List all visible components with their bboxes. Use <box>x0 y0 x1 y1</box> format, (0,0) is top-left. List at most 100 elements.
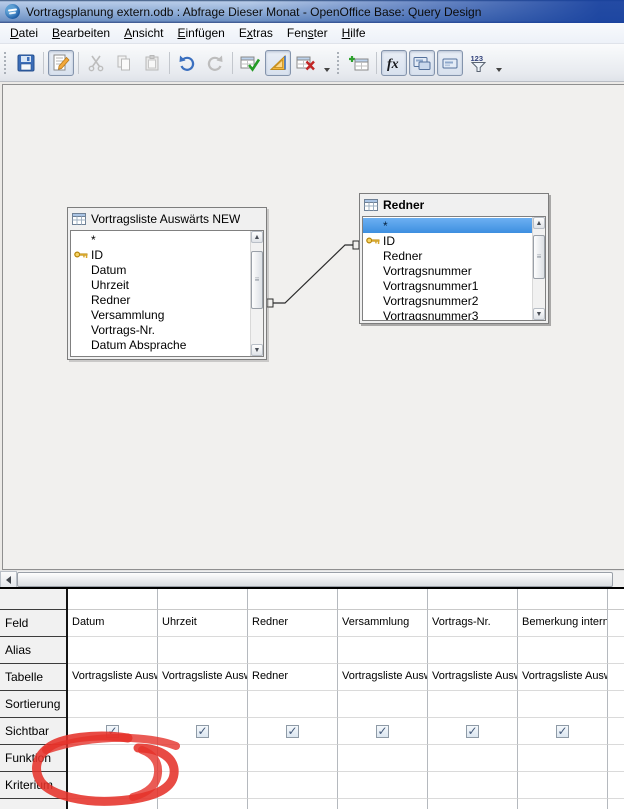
scrollbar-thumb[interactable] <box>17 572 613 587</box>
table-window-vortragsliste[interactable]: Vortragsliste Auswärts NEW *IDDatumUhrze… <box>67 207 267 360</box>
grid-column-header[interactable] <box>608 589 624 610</box>
design-view-button[interactable] <box>265 50 291 76</box>
menu-fenster[interactable]: Fenster <box>280 23 335 43</box>
table-window-header[interactable]: Vortragsliste Auswärts NEW <box>68 208 266 230</box>
scroll-left-icon[interactable] <box>0 571 17 588</box>
cell-sortierung[interactable] <box>158 691 248 718</box>
field-row[interactable]: Vortragsnummer1 <box>363 278 532 293</box>
alias-button[interactable] <box>437 50 463 76</box>
menu-hilfe[interactable]: Hilfe <box>335 23 373 43</box>
cell-sortierung[interactable] <box>248 691 338 718</box>
cell-tabelle[interactable]: Redner <box>248 664 338 691</box>
cell-sichtbar[interactable] <box>608 718 624 745</box>
menu-datei[interactable]: Datei <box>3 23 45 43</box>
redo-button[interactable] <box>202 50 228 76</box>
copy-button[interactable] <box>111 50 137 76</box>
field-list-scrollbar[interactable]: ▲ ≡ ▼ <box>250 231 263 356</box>
menu-extras[interactable]: Extras <box>232 23 280 43</box>
cell-alias[interactable] <box>518 637 608 664</box>
save-button[interactable] <box>13 50 39 76</box>
cell-kriterium[interactable] <box>518 772 608 799</box>
clear-query-button[interactable] <box>293 50 319 76</box>
field-row[interactable]: Vortrags-Nr. <box>71 322 250 337</box>
field-list-scrollbar[interactable]: ▲ ≡ ▼ <box>532 217 545 320</box>
functions-button[interactable]: fx <box>381 50 407 76</box>
table-name-button[interactable] <box>409 50 435 76</box>
menu-einfgen[interactable]: Einfügen <box>170 23 231 43</box>
field-row[interactable]: Vortragsnummer3 <box>363 308 532 321</box>
cell-feld[interactable]: Versammlung <box>338 610 428 637</box>
toolbar-grip[interactable] <box>4 52 9 74</box>
cell-blank[interactable] <box>68 799 158 809</box>
paste-button[interactable] <box>139 50 165 76</box>
cell-sortierung[interactable] <box>338 691 428 718</box>
cell-blank[interactable] <box>338 799 428 809</box>
cut-button[interactable] <box>83 50 109 76</box>
cell-tabelle[interactable]: Vortragsliste Auswärts NEW <box>338 664 428 691</box>
scroll-down-icon[interactable]: ▼ <box>251 344 263 356</box>
openoffice-logo-icon[interactable] <box>5 4 20 19</box>
scrollbar-thumb[interactable]: ≡ <box>533 235 545 279</box>
cell-tabelle[interactable]: Vortragsliste Auswärts NEW <box>518 664 608 691</box>
scrollbar-thumb[interactable]: ≡ <box>251 251 263 309</box>
cell-funktion[interactable] <box>68 745 158 772</box>
grid-column-header[interactable] <box>68 589 158 610</box>
visible-checkbox[interactable]: ✓ <box>106 725 119 738</box>
cell-alias[interactable] <box>248 637 338 664</box>
cell-tabelle[interactable] <box>608 664 624 691</box>
cell-tabelle[interactable]: Vortragsliste Auswärts NEW <box>68 664 158 691</box>
cell-sortierung[interactable] <box>608 691 624 718</box>
cell-sichtbar[interactable]: ✓ <box>248 718 338 745</box>
cell-blank[interactable] <box>158 799 248 809</box>
cell-alias[interactable] <box>158 637 248 664</box>
visible-checkbox[interactable]: ✓ <box>286 725 299 738</box>
field-row[interactable]: Versammlung <box>71 307 250 322</box>
cell-feld[interactable]: Bemerkung intern <box>518 610 608 637</box>
cell-tabelle[interactable]: Vortragsliste Auswärts NEW <box>158 664 248 691</box>
toolbar-more-button[interactable] <box>320 50 333 76</box>
field-row[interactable]: ID <box>71 247 250 262</box>
menu-bearbeiten[interactable]: Bearbeiten <box>45 23 117 43</box>
grid-column-header[interactable] <box>158 589 248 610</box>
visible-checkbox[interactable]: ✓ <box>376 725 389 738</box>
cell-feld[interactable]: Uhrzeit <box>158 610 248 637</box>
field-row[interactable]: Uhrzeit <box>71 277 250 292</box>
cell-blank[interactable] <box>248 799 338 809</box>
menu-ansicht[interactable]: Ansicht <box>117 23 170 43</box>
cell-blank[interactable] <box>518 799 608 809</box>
cell-alias[interactable] <box>338 637 428 664</box>
cell-sortierung[interactable] <box>518 691 608 718</box>
visible-checkbox[interactable]: ✓ <box>466 725 479 738</box>
visible-checkbox[interactable]: ✓ <box>556 725 569 738</box>
scroll-down-icon[interactable]: ▼ <box>533 308 545 320</box>
field-row[interactable]: Datum Absprache <box>71 337 250 352</box>
grid-column-header[interactable] <box>428 589 518 610</box>
field-row[interactable]: * <box>363 218 532 233</box>
field-row[interactable]: Datum <box>71 262 250 277</box>
cell-funktion[interactable] <box>158 745 248 772</box>
cell-alias[interactable] <box>428 637 518 664</box>
field-row[interactable]: Vortragsnummer <box>363 263 532 278</box>
cell-sortierung[interactable] <box>428 691 518 718</box>
undo-button[interactable] <box>174 50 200 76</box>
cell-feld[interactable] <box>608 610 624 637</box>
cell-blank[interactable] <box>608 799 624 809</box>
add-table-button[interactable] <box>346 50 372 76</box>
table-window-redner[interactable]: Redner *IDRednerVortragsnummerVortragsnu… <box>359 193 549 324</box>
cell-sichtbar[interactable]: ✓ <box>158 718 248 745</box>
cell-sichtbar[interactable]: ✓ <box>68 718 158 745</box>
cell-kriterium[interactable] <box>428 772 518 799</box>
cell-funktion[interactable] <box>428 745 518 772</box>
field-row[interactable]: Redner <box>363 248 532 263</box>
cell-feld[interactable]: Redner <box>248 610 338 637</box>
cell-tabelle[interactable]: Vortragsliste Auswärts NEW <box>428 664 518 691</box>
cell-alias[interactable] <box>608 637 624 664</box>
cell-funktion[interactable] <box>608 745 624 772</box>
visible-checkbox[interactable]: ✓ <box>196 725 209 738</box>
cell-kriterium[interactable] <box>608 772 624 799</box>
cell-sichtbar[interactable]: ✓ <box>338 718 428 745</box>
cell-blank[interactable] <box>428 799 518 809</box>
cell-funktion[interactable] <box>338 745 428 772</box>
cell-sichtbar[interactable]: ✓ <box>428 718 518 745</box>
run-query-button[interactable] <box>237 50 263 76</box>
